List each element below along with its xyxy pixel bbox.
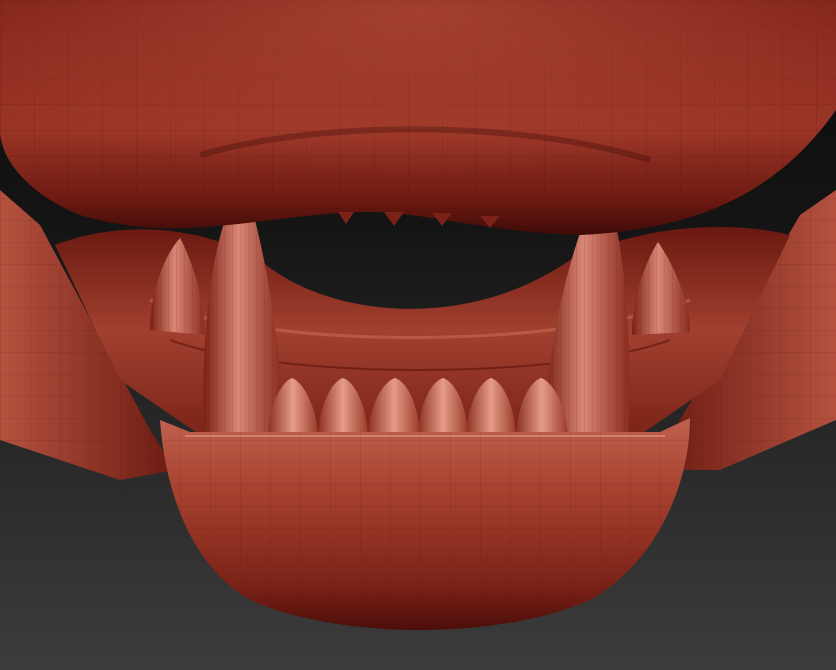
upper-jaw: [0, 0, 836, 235]
sculpt-render: [0, 0, 836, 630]
upper-tooth: [384, 212, 404, 226]
lower-jaw-chin: [160, 418, 690, 630]
upper-tooth: [338, 212, 354, 224]
sculpt-viewport[interactable]: [0, 0, 836, 670]
